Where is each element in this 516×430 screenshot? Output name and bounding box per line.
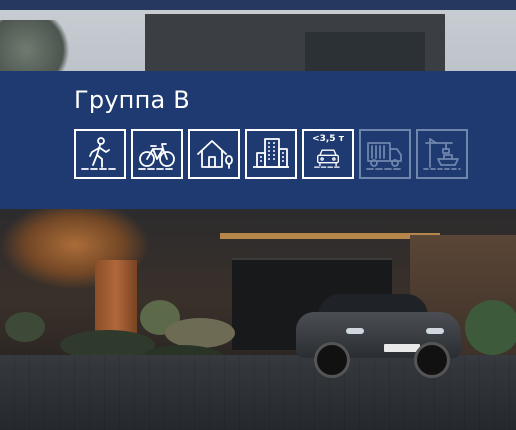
crane-ship-icon (416, 129, 468, 179)
car-weight-label: <3,5 т (312, 134, 344, 144)
roof-light (220, 233, 440, 239)
bush (465, 300, 516, 355)
car-wheel (314, 342, 350, 378)
bush (165, 318, 235, 348)
bicycle-icon (131, 129, 183, 179)
car-headlight (426, 328, 444, 334)
pedestrian-icon (74, 129, 126, 179)
building-icon (245, 129, 297, 179)
background-photo (0, 0, 516, 430)
building-upper (145, 14, 445, 74)
house-icon (188, 129, 240, 179)
car-plate (384, 344, 420, 352)
bush (5, 312, 45, 342)
car-wheel (414, 342, 450, 378)
top-strip (0, 0, 516, 10)
vehicle-icons: <3,5 т (74, 129, 468, 179)
group-title: Группа В (74, 86, 190, 114)
car (296, 294, 461, 378)
wooden-door (95, 260, 137, 338)
truck-icon (359, 129, 411, 179)
car-headlight (346, 328, 364, 334)
building-window (305, 32, 425, 74)
car-icon: <3,5 т (302, 129, 354, 179)
